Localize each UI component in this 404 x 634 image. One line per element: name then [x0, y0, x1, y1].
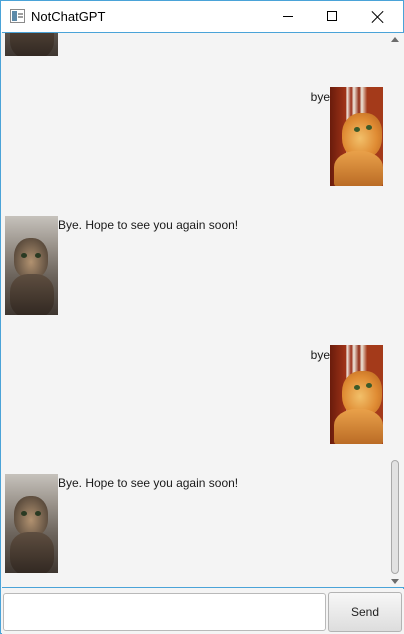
message-input[interactable] [3, 593, 326, 631]
duke-message-text: Bye. Hope to see you again soon! [58, 476, 239, 490]
scroll-down-icon[interactable] [391, 579, 399, 584]
input-bar: Send [2, 589, 404, 634]
scroll-up-icon[interactable] [391, 37, 399, 42]
window-title: NotChatGPT [31, 9, 106, 24]
maximize-button[interactable] [310, 1, 356, 32]
minimize-icon [283, 16, 293, 17]
title-bar[interactable]: NotChatGPT [1, 1, 403, 32]
duke-avatar [5, 474, 58, 573]
dialog-scroll-pane[interactable]: bye Bye. Hope to see you again soon! bye… [2, 32, 404, 588]
vertical-scrollbar[interactable] [389, 34, 401, 587]
user-message-text: bye [310, 348, 330, 362]
app-window-icon [10, 9, 25, 23]
app-window: NotChatGPT bye Bye. Hope to see you agai… [0, 0, 404, 634]
user-avatar [330, 87, 383, 186]
maximize-icon [327, 11, 337, 21]
scrollbar-thumb[interactable] [391, 460, 399, 574]
send-button[interactable]: Send [328, 592, 402, 632]
user-avatar [330, 345, 383, 444]
close-icon [371, 10, 385, 24]
close-button[interactable] [356, 1, 402, 32]
duke-avatar [5, 33, 58, 56]
duke-message-text: Bye. Hope to see you again soon! [58, 218, 239, 232]
duke-avatar [5, 216, 58, 315]
minimize-button[interactable] [265, 1, 311, 32]
user-message-text: bye [310, 90, 330, 104]
